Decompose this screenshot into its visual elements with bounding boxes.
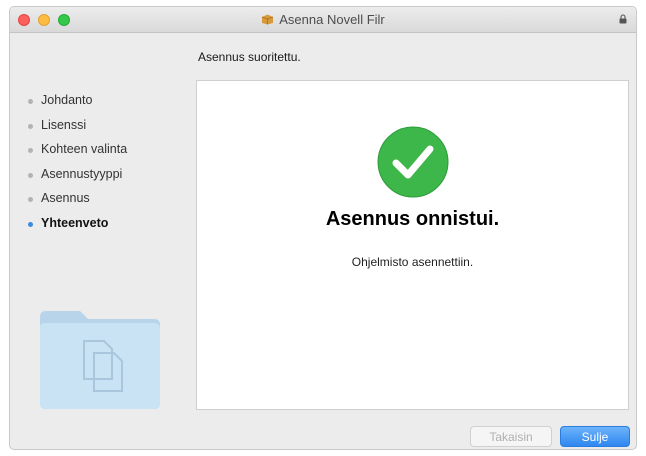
step-label: Asennustyyppi: [41, 166, 123, 181]
step-bullet-icon: [28, 172, 33, 178]
step-yhteenveto: Yhteenveto: [20, 216, 190, 241]
step-label: Asennus: [41, 191, 90, 205]
step-label: Yhteenveto: [41, 215, 109, 230]
installer-window: Asenna Novell Filr Asennus suoritettu. J…: [9, 6, 637, 450]
step-label: Kohteen valinta: [41, 142, 128, 156]
installer-folder-icon: [40, 311, 160, 409]
summary-panel: Asennus onnistui. Ohjelmisto asennettiin…: [196, 80, 629, 410]
step-asennus: Asennus: [20, 191, 190, 216]
step-johdanto: Johdanto: [20, 93, 190, 118]
step-asennustyyppi: Asennustyyppi: [20, 167, 190, 192]
success-message: Ohjelmisto asennettiin.: [351, 255, 474, 269]
step-bullet-icon: [28, 197, 33, 202]
step-bullet-icon: [28, 123, 33, 129]
step-bullet-icon: [28, 99, 33, 104]
checkmark-icon: [377, 126, 449, 198]
lock-icon: [619, 14, 627, 24]
step-lisenssi: Lisenssi: [20, 118, 190, 143]
step-bullet-icon: [28, 221, 33, 227]
close-button[interactable]: Sulje: [560, 426, 630, 447]
package-icon: [262, 14, 274, 25]
step-bullet-icon: [28, 148, 33, 153]
window-title: Asenna Novell Filr: [10, 12, 636, 27]
step-kohteen-valinta: Kohteen valinta: [20, 142, 190, 167]
success-heading: Asennus onnistui.: [325, 208, 500, 230]
back-button[interactable]: Takaisin: [470, 426, 552, 447]
window-title-text: Asenna Novell Filr: [279, 12, 385, 27]
install-status-header: Asennus suoritettu.: [198, 50, 301, 64]
step-label: Lisenssi: [41, 117, 87, 132]
step-label: Johdanto: [41, 93, 93, 107]
installer-steps-sidebar: Johdanto Lisenssi Kohteen valinta Asennu…: [20, 93, 190, 240]
title-bar: Asenna Novell Filr: [10, 7, 636, 33]
